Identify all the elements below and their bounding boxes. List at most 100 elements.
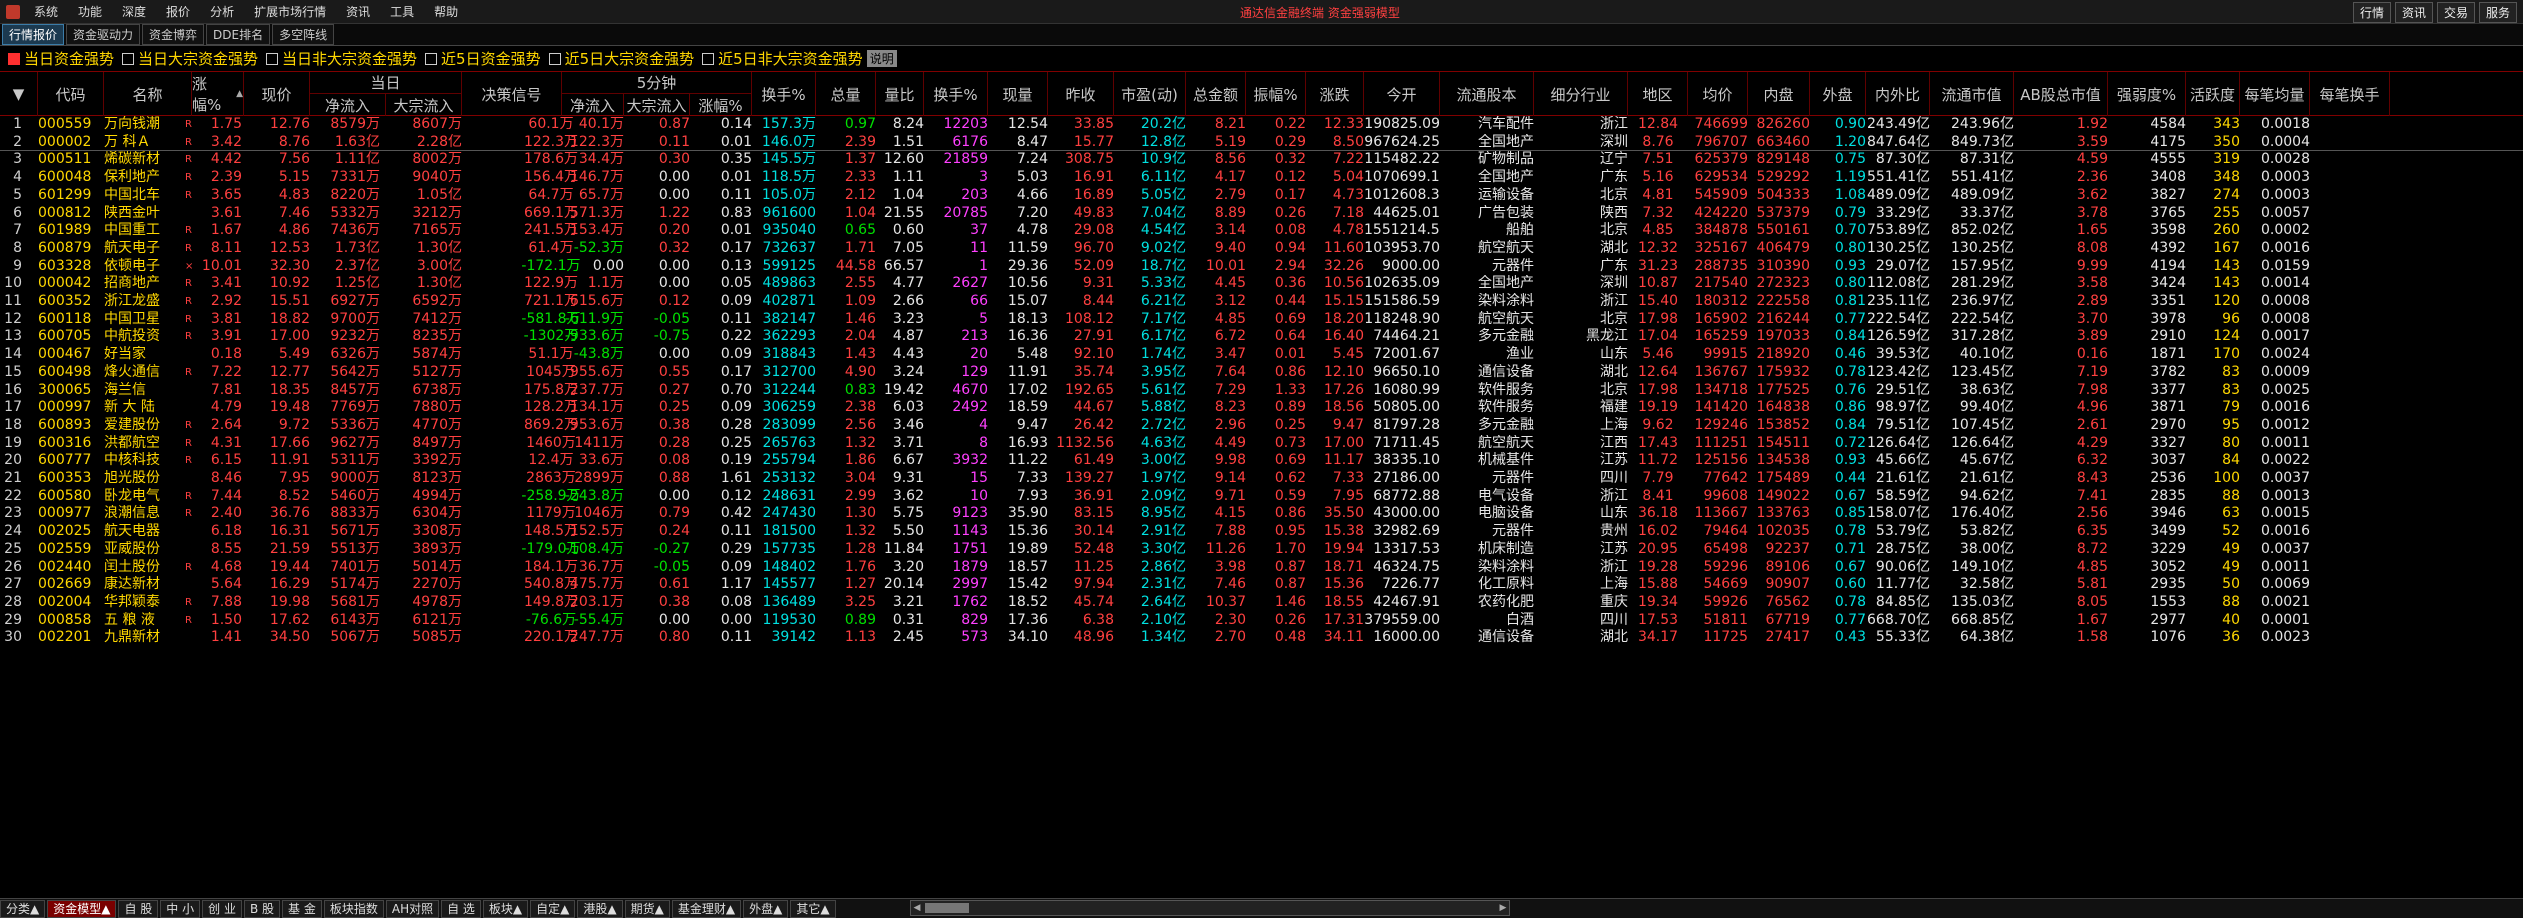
table-row[interactable]: 22 600580 卧龙电气 R 7.44 8.52 5460万 4994万 -258.9万 -2… bbox=[0, 488, 2523, 506]
bottom-tab-12[interactable]: 港股▲ bbox=[577, 899, 623, 918]
col-code[interactable]: 代码 bbox=[38, 72, 104, 116]
col-5min-block-inflow[interactable]: 大宗流入 bbox=[624, 94, 690, 116]
bottom-tab-10[interactable]: 板块▲ bbox=[482, 899, 529, 918]
filter-5d-strong[interactable]: 近5日资金强势 bbox=[425, 48, 541, 69]
col-amplitude[interactable]: 振幅% bbox=[1246, 72, 1306, 116]
table-row[interactable]: 6 000812 陕西金叶 3.61 7.46 5332万 3212万 669.1万 571.3… bbox=[0, 205, 2523, 223]
checkbox-icon[interactable] bbox=[8, 52, 20, 65]
filter-day-strong[interactable]: 当日资金强势 bbox=[8, 48, 114, 69]
checkbox-icon[interactable] bbox=[548, 52, 561, 65]
scroll-right-icon[interactable]: ▶ bbox=[1497, 902, 1509, 914]
menu-help[interactable]: 帮助 bbox=[424, 3, 468, 20]
filter-5d-block-strong[interactable]: 近5日大宗资金强势 bbox=[548, 48, 694, 69]
table-row[interactable]: 10 000042 招商地产 R 3.41 10.92 1.25亿 1.30亿 122.9万 1.… bbox=[0, 275, 2523, 293]
tab-fund-game[interactable]: 资金博弈 bbox=[142, 24, 205, 45]
col-name[interactable]: 名称 bbox=[104, 72, 192, 116]
table-row[interactable]: 27 002669 康达新材 5.64 16.29 5174万 2270万 540.8万 475… bbox=[0, 576, 2523, 594]
col-last-volume[interactable]: 现量 bbox=[988, 72, 1048, 116]
col-day-block-inflow[interactable]: 大宗流入 bbox=[386, 94, 462, 116]
menu-system[interactable]: 系统 bbox=[24, 3, 68, 20]
table-row[interactable]: 4 600048 保利地产 R 2.39 5.15 7331万 9040万 156.4万 146.… bbox=[0, 169, 2523, 187]
table-row[interactable]: 3 000511 烯碳新材 R 4.42 7.56 1.11亿 8002万 178.6万 34.4… bbox=[0, 151, 2523, 169]
col-activity[interactable]: 活跃度 bbox=[2186, 72, 2240, 116]
bottom-tab-11[interactable]: 自定▲ bbox=[530, 899, 576, 918]
table-row[interactable]: 29 000858 五 粮 液 R 1.50 17.62 6143万 6121万 -76.6万 -… bbox=[0, 612, 2523, 630]
menu-function[interactable]: 功能 bbox=[68, 3, 112, 20]
tab-fund-driver[interactable]: 资金驱动力 bbox=[66, 24, 141, 45]
bottom-tab-3[interactable]: 中 小 bbox=[160, 899, 201, 918]
table-row[interactable]: 24 002025 航天电器 6.18 16.31 5671万 3308万 148.5万 152… bbox=[0, 523, 2523, 541]
table-row[interactable]: 19 600316 洪都航空 R 4.31 17.66 9627万 8497万 1460万 141… bbox=[0, 435, 2523, 453]
filter-day-nonblock-strong[interactable]: 当日非大宗资金强势 bbox=[266, 48, 417, 69]
news-button[interactable]: 资讯 bbox=[2394, 2, 2433, 23]
table-row[interactable]: 30 002201 九鼎新材 1.41 34.50 5067万 5085万 220.1万 247… bbox=[0, 629, 2523, 647]
menu-quote[interactable]: 报价 bbox=[156, 3, 200, 20]
bottom-tab-9[interactable]: 自 选 bbox=[441, 899, 481, 918]
col-turnover[interactable]: 换手% bbox=[924, 72, 988, 116]
col-float-shares[interactable]: 流通股本 bbox=[1440, 72, 1534, 116]
tab-quote-list[interactable]: 行情报价 bbox=[2, 24, 65, 45]
col-turnover-per-trade[interactable]: 每笔换手 bbox=[2310, 72, 2390, 116]
tab-long-short[interactable]: 多空阵线 bbox=[272, 24, 335, 45]
filter-5d-nonblock-strong[interactable]: 近5日非大宗资金强势 bbox=[702, 48, 863, 69]
col-decision-signal[interactable]: 决策信号 bbox=[462, 72, 562, 116]
bottom-tab-4[interactable]: 创 业 bbox=[202, 899, 242, 918]
col-turnover-5min[interactable]: 换手% bbox=[752, 72, 816, 116]
table-row[interactable]: 7 601989 中国重工 R 1.67 4.86 7436万 7165万 241.5万 153.… bbox=[0, 222, 2523, 240]
table-row[interactable]: 15 600498 烽火通信 R 7.22 12.77 5642万 5127万 1045万 955… bbox=[0, 364, 2523, 382]
col-change-pct[interactable]: 涨幅% bbox=[192, 72, 244, 116]
col-industry[interactable]: 细分行业 bbox=[1534, 72, 1628, 116]
horizontal-scrollbar[interactable]: ◀ ▶ bbox=[910, 900, 1510, 916]
bottom-tab-0[interactable]: 分类▲ bbox=[0, 899, 46, 918]
explain-button[interactable]: 说明 bbox=[866, 50, 897, 67]
table-row[interactable]: 16 300065 海兰信 7.81 18.35 8457万 6738万 175.8万 237.… bbox=[0, 382, 2523, 400]
col-volume[interactable]: 总量 bbox=[816, 72, 876, 116]
table-row[interactable]: 14 000467 好当家 0.18 5.49 6326万 5874万 51.1万 -43.8万… bbox=[0, 346, 2523, 364]
table-row[interactable]: 13 600705 中航投资 R 3.91 17.00 9232万 8235万 -1302万 -9… bbox=[0, 328, 2523, 346]
bottom-tab-13[interactable]: 期货▲ bbox=[624, 899, 670, 918]
trade-button[interactable]: 交易 bbox=[2436, 2, 2475, 23]
table-row[interactable]: 9 603328 依顿电子 × 10.01 32.30 2.37亿 3.00亿 -172.1万 0… bbox=[0, 258, 2523, 276]
checkbox-icon[interactable] bbox=[266, 52, 279, 65]
col-volume-ratio[interactable]: 量比 bbox=[876, 72, 924, 116]
table-row[interactable]: 1 000559 万向钱潮 R 1.75 12.76 8579万 8607万 60.1万 40.1… bbox=[0, 116, 2523, 134]
table-row[interactable]: 11 600352 浙江龙盛 R 2.92 15.51 6927万 6592万 721.1万 61… bbox=[0, 293, 2523, 311]
bottom-tab-15[interactable]: 外盘▲ bbox=[743, 899, 789, 918]
bottom-tab-8[interactable]: AH对照 bbox=[385, 899, 440, 918]
menu-extended-market[interactable]: 扩展市场行情 bbox=[244, 3, 336, 20]
quotes-button[interactable]: 行情 bbox=[2352, 2, 2391, 23]
bottom-tab-1[interactable]: 资金模型▲ bbox=[47, 899, 117, 918]
checkbox-icon[interactable] bbox=[702, 52, 715, 65]
bottom-tab-5[interactable]: B 股 bbox=[243, 899, 281, 918]
checkbox-icon[interactable] bbox=[425, 52, 438, 65]
col-avg-per-trade[interactable]: 每笔均量 bbox=[2240, 72, 2310, 116]
col-5min-change-pct[interactable]: 涨幅% bbox=[690, 94, 752, 116]
col-open[interactable]: 今开 bbox=[1364, 72, 1440, 116]
menu-depth[interactable]: 深度 bbox=[112, 3, 156, 20]
table-row[interactable]: 26 002440 闰土股份 R 4.68 19.44 7401万 5014万 184.1万 36… bbox=[0, 559, 2523, 577]
tab-dde-rank[interactable]: DDE排名 bbox=[206, 24, 271, 45]
bottom-tab-7[interactable]: 板块指数 bbox=[323, 899, 384, 918]
col-float-mktcap[interactable]: 流通市值 bbox=[1930, 72, 2014, 116]
col-ab-mktcap[interactable]: AB股总市值 bbox=[2014, 72, 2108, 116]
col-amount[interactable]: 总金额 bbox=[1186, 72, 1246, 116]
table-row[interactable]: 25 002559 亚威股份 8.55 21.59 5513万 3893万 -179.0万 -1… bbox=[0, 541, 2523, 559]
col-strength[interactable]: 强弱度% bbox=[2108, 72, 2186, 116]
col-price[interactable]: 现价 bbox=[244, 72, 310, 116]
col-inner[interactable]: 内盘 bbox=[1748, 72, 1810, 116]
col-prev-close[interactable]: 昨收 bbox=[1048, 72, 1114, 116]
bottom-tab-16[interactable]: 其它▲ bbox=[790, 899, 836, 918]
table-row[interactable]: 2 000002 万 科Ａ R 3.42 8.76 1.63亿 2.28亿 122.3万 122.… bbox=[0, 134, 2523, 152]
col-change[interactable]: 涨跌 bbox=[1306, 72, 1364, 116]
menu-analysis[interactable]: 分析 bbox=[200, 3, 244, 20]
col-day-net-inflow[interactable]: 净流入 bbox=[310, 94, 386, 116]
table-row[interactable]: 17 000997 新 大 陆 4.79 19.48 7769万 7880万 128.2万 13… bbox=[0, 399, 2523, 417]
table-row[interactable]: 21 600353 旭光股份 8.46 7.95 9000万 8123万 2863万 2899万… bbox=[0, 470, 2523, 488]
menu-tools[interactable]: 工具 bbox=[380, 3, 424, 20]
table-row[interactable]: 5 601299 中国北车 R 3.65 4.83 8220万 1.05亿 64.7万 65.7万… bbox=[0, 187, 2523, 205]
table-row[interactable]: 12 600118 中国卫星 R 3.81 18.82 9700万 7412万 -581.8万 -… bbox=[0, 311, 2523, 329]
table-row[interactable]: 28 002004 华邦颖泰 R 7.88 19.98 5681万 4978万 149.8万 20… bbox=[0, 594, 2523, 612]
col-outer[interactable]: 外盘 bbox=[1810, 72, 1866, 116]
sort-menu-icon[interactable]: ▼ bbox=[0, 72, 38, 116]
bottom-tab-2[interactable]: 自 股 bbox=[118, 899, 159, 918]
